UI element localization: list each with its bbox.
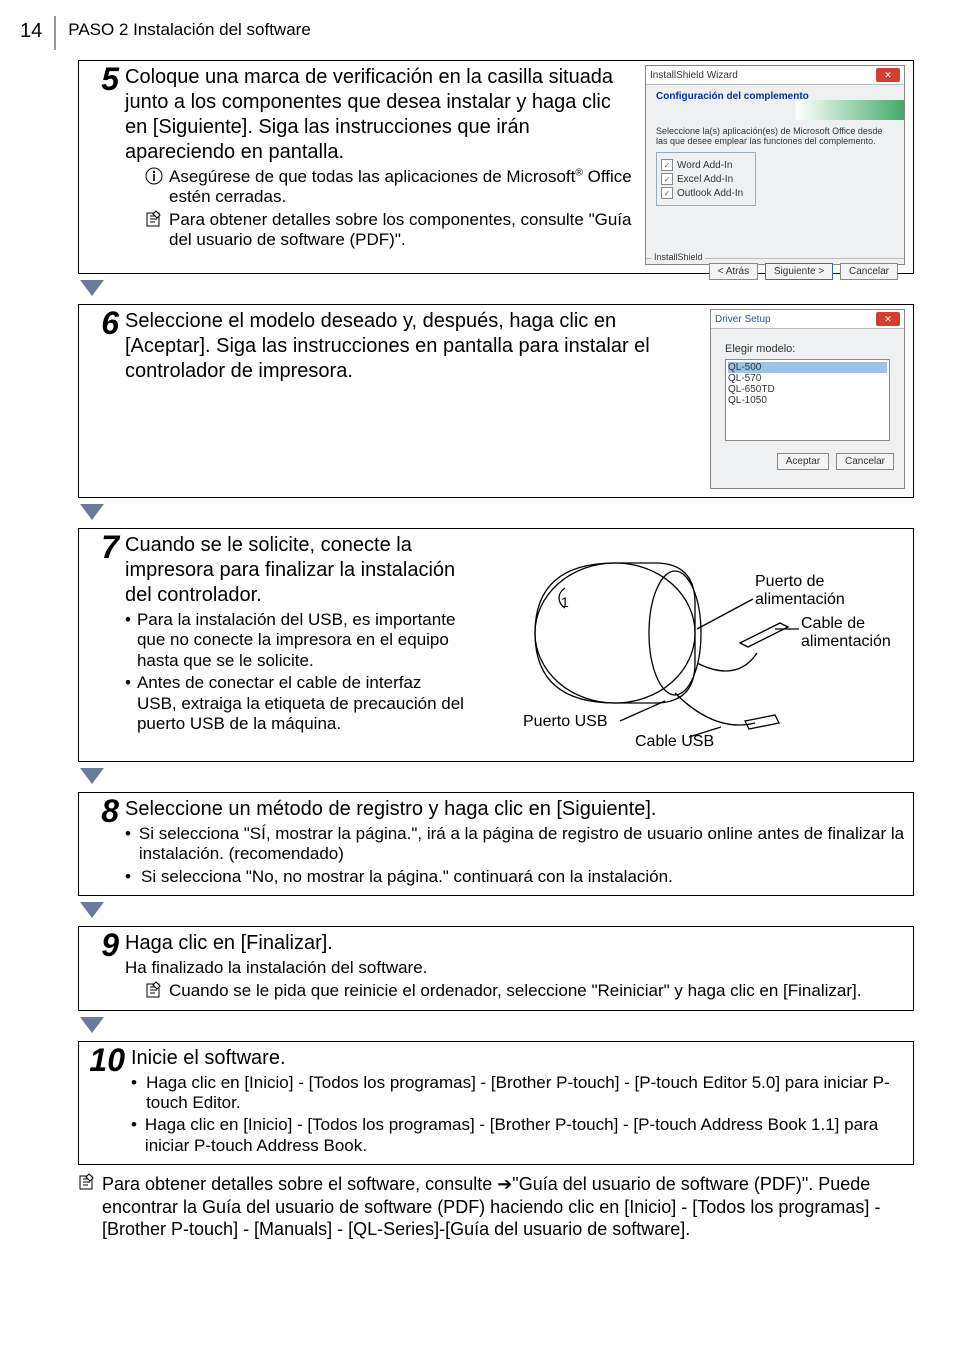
note-icon (145, 210, 163, 251)
step-number: 8 (79, 793, 121, 895)
step-number: 7 (79, 529, 121, 761)
step-8-text: Seleccione un método de registro y haga … (125, 797, 905, 822)
step-7: 7 Cuando se le solicite, conecte la impr… (78, 528, 914, 762)
step-number: 10 (79, 1042, 127, 1165)
header-divider (54, 16, 56, 50)
step-9-sub: Ha finalizado la instalación del softwar… (125, 958, 905, 978)
model-label: Elegir modelo: (725, 343, 890, 355)
step-6: 6 Seleccione el modelo deseado y, despué… (78, 304, 914, 498)
step-7-bullet-1: Para la instalación del USB, es importan… (137, 610, 465, 671)
down-arrow-icon (78, 766, 914, 786)
back-button[interactable]: < Atrás (709, 263, 758, 280)
step-6-text: Seleccione el modelo deseado y, después,… (125, 309, 700, 384)
step-9: 9 Haga clic en [Finalizar]. Ha finalizad… (78, 926, 914, 1010)
dialog-title: InstallShield Wizard (650, 70, 738, 81)
step-9-text: Haga clic en [Finalizar]. (125, 931, 905, 956)
checkbox-word[interactable]: ✓Word Add-In (661, 159, 751, 171)
list-item[interactable]: QL-570 (728, 373, 887, 384)
cancel-button[interactable]: Cancelar (840, 263, 898, 280)
step-8: 8 Seleccione un método de registro y hag… (78, 792, 914, 896)
screenshot-driver-setup: Driver Setup ✕ Elegir modelo: QL-500 QL-… (710, 309, 905, 489)
note-icon (145, 981, 163, 1002)
checkbox-icon: ✓ (661, 187, 673, 199)
step-5-text: Coloque una marca de verificación en la … (125, 65, 635, 165)
warning-text: Asegúrese de que todas las aplicaciones … (169, 167, 632, 206)
step-number: 5 (79, 61, 121, 273)
note-text: Cuando se le pida que reinicie el ordena… (169, 981, 905, 1002)
footer-text: Para obtener detalles sobre el software,… (102, 1173, 914, 1241)
checkbox-outlook[interactable]: ✓Outlook Add-In (661, 187, 751, 199)
step-7-text: Cuando se le solicite, conecte la impres… (125, 533, 465, 608)
next-button[interactable]: Siguiente > (765, 263, 833, 280)
step-10-bullet-1: Haga clic en [Inicio] - [Todos los progr… (146, 1073, 905, 1114)
step-10-bullet-2: Haga clic en [Inicio] - [Todos los progr… (145, 1115, 905, 1156)
checkbox-icon: ✓ (661, 173, 673, 185)
ok-button[interactable]: Aceptar (777, 453, 829, 470)
checkbox-excel[interactable]: ✓Excel Add-In (661, 173, 751, 185)
footer-note: Para obtener detalles sobre el software,… (78, 1173, 914, 1241)
label-usb-cable: Cable USB (635, 733, 714, 751)
step-8-bullet-1: Si selecciona "SÍ, mostrar la página.", … (139, 824, 905, 865)
note-icon (78, 1173, 96, 1241)
step-7-bullet-2: Antes de conectar el cable de interfaz U… (137, 673, 465, 734)
step-5: 5 Coloque una marca de verificación en l… (78, 60, 914, 274)
list-item[interactable]: QL-1050 (728, 395, 887, 406)
step-8-bullet-2: Si selecciona "No, no mostrar la página.… (141, 867, 673, 887)
svg-text:1: 1 (561, 594, 569, 610)
screenshot-installshield: InstallShield Wizard ✕ Configuración del… (645, 65, 905, 265)
step-5-warning: Asegúrese de que todas las aplicaciones … (145, 167, 635, 208)
label-power-cable: Cable de alimentación (801, 615, 891, 651)
list-item[interactable]: QL-500 (728, 362, 887, 373)
list-item[interactable]: QL-650TD (728, 384, 887, 395)
warning-icon (145, 167, 163, 208)
step-5-note: Para obtener detalles sobre los componen… (145, 210, 635, 251)
page: 14 PASO 2 Instalación del software 5 Col… (0, 0, 954, 1271)
step-9-note: Cuando se le pida que reinicie el ordena… (145, 981, 905, 1002)
down-arrow-icon (78, 1015, 914, 1035)
down-arrow-icon (78, 900, 914, 920)
dialog-title: Driver Setup (715, 314, 771, 325)
model-listbox[interactable]: QL-500 QL-570 QL-650TD QL-1050 (725, 359, 890, 441)
step-number: 9 (79, 927, 121, 1009)
group-label: InstallShield (652, 252, 705, 262)
down-arrow-icon (78, 502, 914, 522)
dialog-desc: Seleccione la(s) aplicación(es) de Micro… (656, 126, 894, 146)
step-10: 10 Inicie el software. •Haga clic en [In… (78, 1041, 914, 1166)
note-text: Para obtener detalles sobre los componen… (169, 210, 635, 251)
printer-illustration: 1 (475, 533, 855, 753)
step-10-text: Inicie el software. (131, 1046, 905, 1071)
close-icon[interactable]: ✕ (876, 68, 900, 82)
cancel-button[interactable]: Cancelar (836, 453, 894, 470)
page-number: 14 (20, 20, 42, 43)
page-header: 14 PASO 2 Instalación del software (20, 20, 914, 50)
checkbox-icon: ✓ (661, 159, 673, 171)
label-usb-port: Puerto USB (523, 713, 607, 731)
close-icon[interactable]: ✕ (876, 312, 900, 326)
step-number: 6 (79, 305, 121, 497)
label-power-port: Puerto de alimentación (755, 573, 855, 609)
header-title: PASO 2 Instalación del software (68, 20, 311, 40)
